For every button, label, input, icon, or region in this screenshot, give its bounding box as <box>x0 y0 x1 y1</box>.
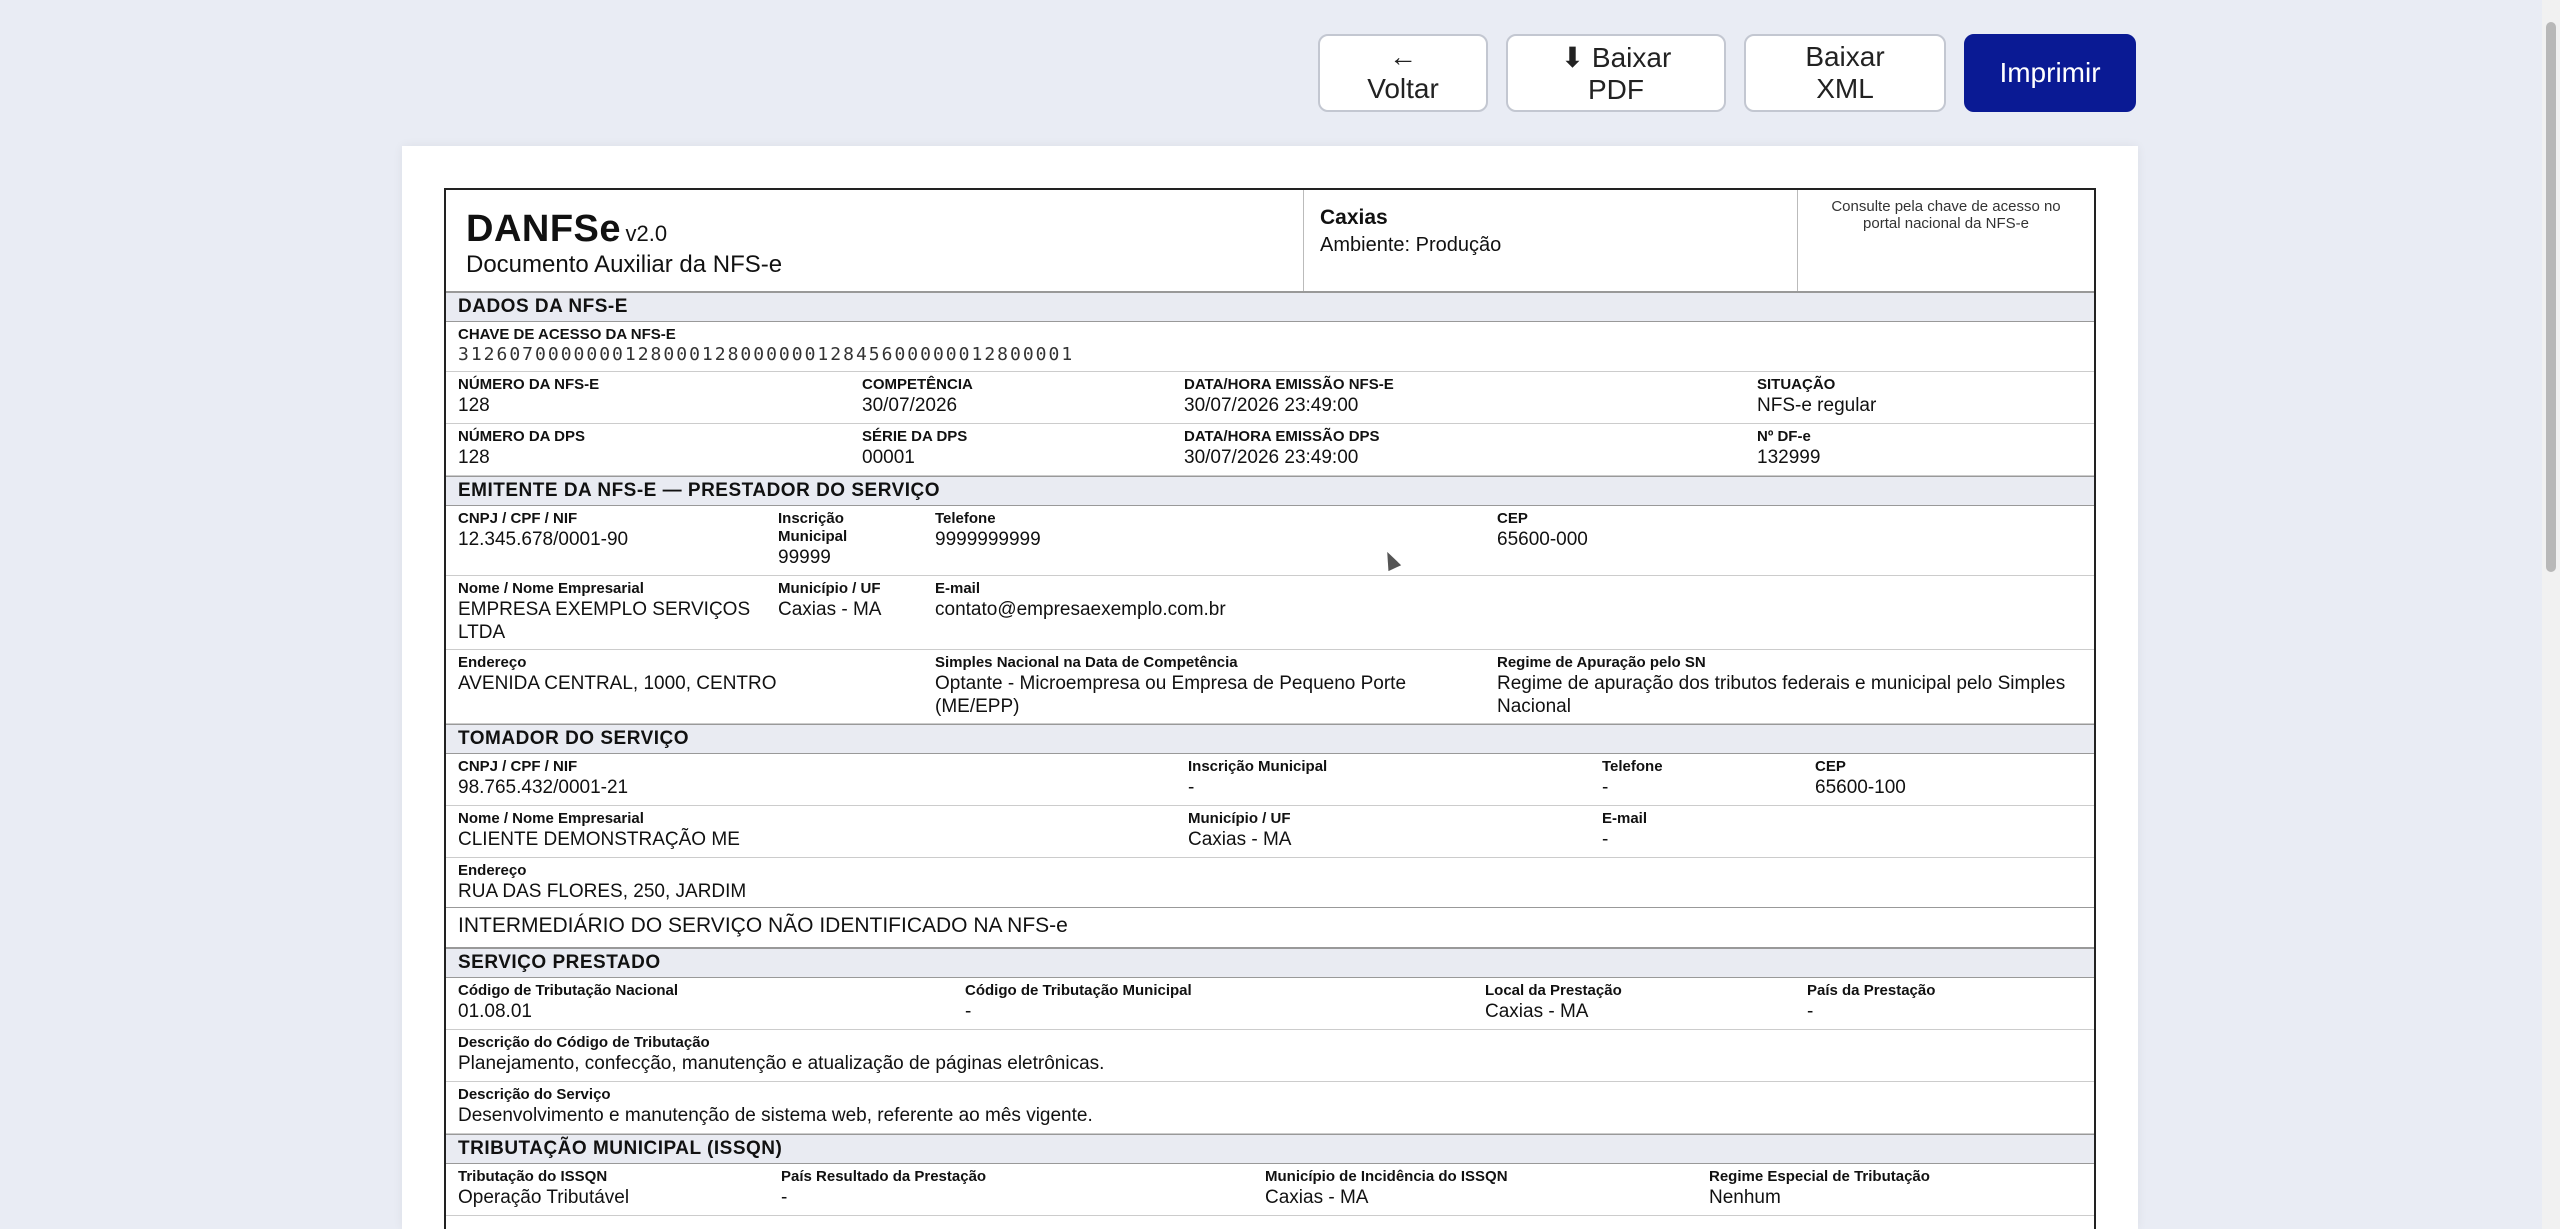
status-badge: NFS-e regular <box>1757 395 1877 416</box>
section-dados: DADOS DA NFS-E <box>446 292 2094 322</box>
table-row: Nome / Nome Empresarial EMPRESA EXEMPLO S… <box>446 576 2094 650</box>
table-row: Endereço AVENIDA CENTRAL, 1000, CENTRO Si… <box>446 650 2094 724</box>
section-tomador: TOMADOR DO SERVIÇO <box>446 724 2094 754</box>
intermediario-note: INTERMEDIÁRIO DO SERVIÇO NÃO IDENTIFICAD… <box>446 908 2094 948</box>
table-row: Código de Tributação Nacional 01.08.01 Có… <box>446 978 2094 1030</box>
toolbar: ← Voltar ⬇ Baixar PDF Baixar XML Imprimi… <box>1318 34 2136 112</box>
document-title: DANFSe <box>466 208 622 250</box>
document-subtitle: Documento Auxiliar da NFS-e <box>466 251 783 278</box>
document-paper: DANFSe v2.0 Documento Auxiliar da NFS-e … <box>402 146 2138 1229</box>
chave-acesso: 3126070000000128000128000000128456000000… <box>458 344 1075 365</box>
table-row: Descrição do Código de Tributação Planeja… <box>446 1030 2094 1082</box>
document-version: v2.0 <box>625 221 668 246</box>
print-button[interactable]: Imprimir <box>1964 34 2136 112</box>
email-link: contato@empresaexemplo.com.br <box>935 599 1226 620</box>
document-header: DANFSe v2.0 Documento Auxiliar da NFS-e … <box>446 190 2094 292</box>
table-row: NÚMERO DA DPS 128 SÉRIE DA DPS 00001 DATA/… <box>446 424 2094 476</box>
section-tributacao: TRIBUTAÇÃO MUNICIPAL (ISSQN) <box>446 1134 2094 1164</box>
download-xml-button[interactable]: Baixar XML <box>1744 34 1946 112</box>
section-servico: SERVIÇO PRESTADO <box>446 948 2094 978</box>
chave-row: CHAVE DE ACESSO DA NFS-E 312607000000012… <box>446 322 2094 372</box>
table-row: Tributação do ISSQN Operação Tributável P… <box>446 1164 2094 1216</box>
table-row: CNPJ / CPF / NIF 98.765.432/0001-21 Inscr… <box>446 754 2094 806</box>
ambiente-label: Ambiente: Produção <box>1320 234 1502 256</box>
scrollbar-thumb[interactable] <box>2546 22 2556 572</box>
section-emitente: EMITENTE DA NFS-E — PRESTADOR DO SERVIÇO <box>446 476 2094 506</box>
page-scrollbar[interactable] <box>2542 0 2560 1229</box>
table-row: Nome / Nome Empresarial CLIENTE DEMONSTRA… <box>446 806 2094 858</box>
consulta-note: Consulte pela chave de acesso no portal … <box>1831 198 2061 232</box>
table-row: Endereço RUA DAS FLORES, 250, JARDIM <box>446 858 2094 908</box>
table-row: NÚMERO DA NFS-E 128 COMPETÊNCIA 30/07/2026… <box>446 372 2094 424</box>
danfse-document: DANFSe v2.0 Documento Auxiliar da NFS-e … <box>444 188 2096 1229</box>
municipio-name: Caxias <box>1320 206 1388 229</box>
table-row: CNPJ / CPF / NIF 12.345.678/0001-90 Inscr… <box>446 506 2094 576</box>
download-pdf-button[interactable]: ⬇ Baixar PDF <box>1506 34 1726 112</box>
table-row: Descrição do Serviço Desenvolvimento e ma… <box>446 1082 2094 1134</box>
back-button[interactable]: ← Voltar <box>1318 34 1488 112</box>
